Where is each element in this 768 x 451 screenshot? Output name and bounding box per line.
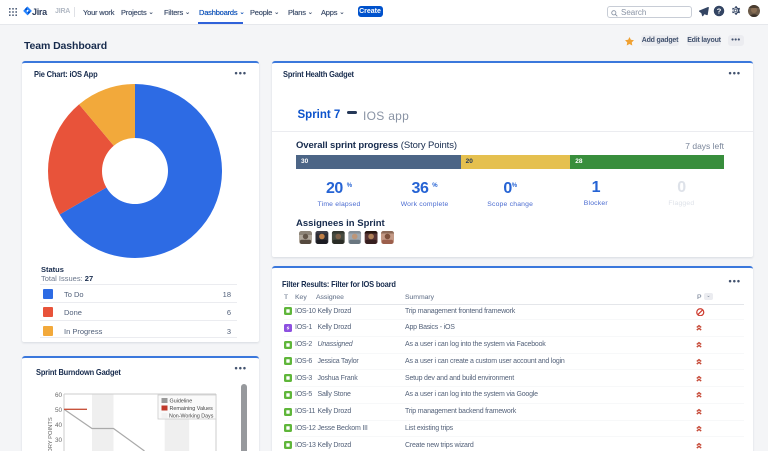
svg-text:ORY POINTS: ORY POINTS xyxy=(48,417,54,451)
svg-text:60: 60 xyxy=(55,392,63,399)
svg-text:50: 50 xyxy=(55,407,63,414)
svg-text:30: 30 xyxy=(55,437,63,444)
svg-text:?: ? xyxy=(717,7,722,16)
svg-text:Guideline: Guideline xyxy=(170,399,193,405)
svg-text:Remaining Values: Remaining Values xyxy=(170,406,214,412)
svg-text:Non-Working Days: Non-Working Days xyxy=(169,414,214,420)
svg-text:40: 40 xyxy=(55,422,63,429)
